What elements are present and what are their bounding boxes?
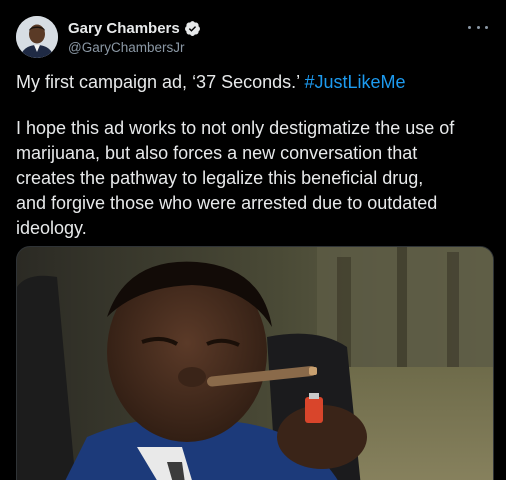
author-handle[interactable]: @GaryChambersJr xyxy=(68,40,201,55)
author-avatar[interactable] xyxy=(16,16,58,58)
tweet-text-prefix: My first campaign ad, ‘37 Seconds.’ xyxy=(16,72,305,92)
more-options-icon[interactable] xyxy=(468,20,488,34)
verified-badge-icon xyxy=(184,20,201,37)
tweet-text: My first campaign ad, ‘37 Seconds.’ #Jus… xyxy=(16,69,494,241)
tweet-text-paragraph: I hope this ad works to not only destigm… xyxy=(16,116,494,241)
video-thumbnail-icon xyxy=(17,247,493,480)
tweet-header: Gary Chambers @GaryChambersJr xyxy=(16,14,490,62)
tweet-card[interactable]: Gary Chambers @GaryChambersJr My first c… xyxy=(0,0,506,480)
tweet-text-line: and forgive those who were arrested due … xyxy=(16,193,438,213)
tweet-media-video[interactable] xyxy=(16,246,494,480)
tweet-text-line: ideology. xyxy=(16,218,87,238)
author-names: Gary Chambers @GaryChambersJr xyxy=(68,19,201,55)
tweet-text-line: I hope this ad works to not only destigm… xyxy=(16,118,455,138)
avatar-photo-icon xyxy=(16,16,58,58)
hashtag-link[interactable]: #JustLikeMe xyxy=(304,72,405,92)
author-display-name[interactable]: Gary Chambers xyxy=(68,20,180,37)
tweet-text-line: marijuana, but also forces a new convers… xyxy=(16,143,418,163)
tweet-text-line: creates the pathway to legalize this ben… xyxy=(16,168,424,188)
tweet-text-line1: My first campaign ad, ‘37 Seconds.’ #Jus… xyxy=(16,69,494,95)
